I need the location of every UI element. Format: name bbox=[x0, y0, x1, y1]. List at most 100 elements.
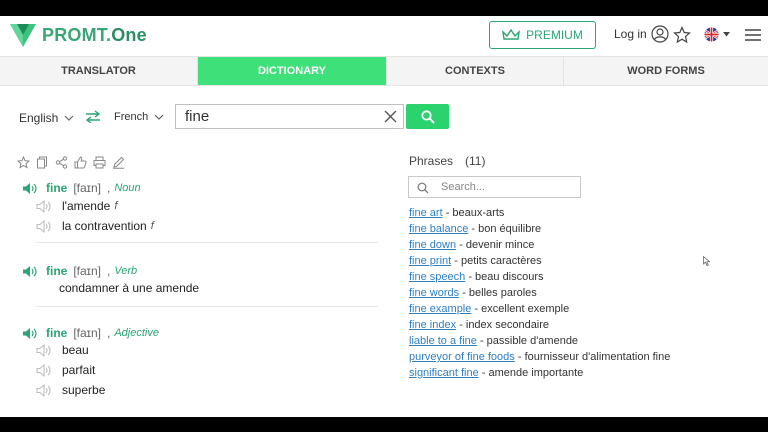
entry-header-adjective: fine [faɪn] , Adjective bbox=[22, 326, 159, 340]
entry-word[interactable]: fine bbox=[46, 326, 67, 340]
clear-icon[interactable] bbox=[384, 110, 397, 123]
speaker-icon[interactable] bbox=[36, 343, 52, 357]
speaker-icon[interactable] bbox=[22, 182, 38, 195]
phrase-link[interactable]: fine print bbox=[409, 255, 451, 267]
translation-text[interactable]: parfait bbox=[62, 363, 95, 377]
phrase-link[interactable]: fine example bbox=[409, 303, 471, 315]
login-link[interactable]: Log in bbox=[614, 25, 669, 43]
entry-transcription: [faɪn] bbox=[73, 264, 101, 278]
phrase-item: fine balance - bon équilibre bbox=[409, 223, 541, 235]
translation-text[interactable]: condamner à une amende bbox=[59, 281, 199, 295]
crown-icon bbox=[502, 29, 521, 40]
phrases-search-input[interactable] bbox=[441, 179, 577, 195]
favorites-star-icon[interactable] bbox=[673, 26, 691, 44]
search-input[interactable] bbox=[176, 105, 366, 128]
share-icon[interactable] bbox=[55, 156, 68, 169]
logo[interactable]: PROMT.One bbox=[8, 20, 147, 50]
translation-text[interactable]: la contravention bbox=[62, 219, 147, 233]
source-language-select[interactable]: English bbox=[19, 111, 74, 125]
phrase-item: significant fine - amende importante bbox=[409, 367, 583, 379]
phrases-title: Phrases bbox=[409, 154, 454, 168]
entry-part-of-speech: Adjective bbox=[114, 327, 159, 339]
phrase-translation: - excellent exemple bbox=[471, 303, 570, 315]
favorite-star-icon[interactable] bbox=[16, 155, 31, 169]
speaker-icon[interactable] bbox=[22, 327, 38, 340]
entry-transcription: [faɪn] bbox=[73, 181, 101, 195]
entry-transcription: [faɪn] bbox=[73, 326, 101, 340]
entry-header-noun: fine [faɪn] , Noun bbox=[22, 181, 141, 195]
search-button[interactable] bbox=[406, 104, 449, 129]
tab-word-forms[interactable]: WORD FORMS bbox=[564, 57, 768, 85]
edit-icon[interactable] bbox=[112, 156, 125, 169]
speaker-icon[interactable] bbox=[36, 363, 52, 377]
copy-icon[interactable] bbox=[36, 156, 49, 169]
target-language-label: French bbox=[114, 111, 149, 123]
translation-text[interactable]: superbe bbox=[62, 383, 105, 397]
translation-item: superbe bbox=[36, 383, 105, 397]
premium-button[interactable]: PREMIUM bbox=[489, 21, 596, 49]
chevron-down-icon bbox=[154, 114, 164, 120]
dictionary-search bbox=[175, 104, 404, 129]
header: PROMT.One PREMIUM Log in bbox=[0, 16, 768, 56]
swap-languages-icon[interactable] bbox=[85, 110, 101, 123]
target-language-select[interactable]: French bbox=[114, 111, 164, 123]
speaker-icon[interactable] bbox=[36, 383, 52, 397]
phrase-link[interactable]: fine speech bbox=[409, 271, 465, 283]
premium-label: PREMIUM bbox=[526, 28, 583, 42]
speaker-icon[interactable] bbox=[22, 265, 38, 278]
phrase-item: fine art - beaux-arts bbox=[409, 207, 504, 219]
translation-text[interactable]: l'amende bbox=[62, 199, 110, 213]
tab-contexts[interactable]: CONTEXTS bbox=[387, 57, 564, 85]
translation-item: l'amende f bbox=[36, 199, 117, 213]
phrase-translation: - beau discours bbox=[465, 271, 544, 283]
entry-word[interactable]: fine bbox=[46, 264, 67, 278]
language-selector[interactable] bbox=[704, 27, 730, 42]
entry-toolbar bbox=[16, 155, 125, 169]
phrase-translation: - passible d'amende bbox=[476, 335, 579, 347]
speaker-icon[interactable] bbox=[36, 219, 52, 233]
divider bbox=[36, 242, 378, 243]
phrase-link[interactable]: fine balance bbox=[409, 223, 468, 235]
tab-dictionary[interactable]: DICTIONARY bbox=[198, 57, 387, 85]
entry-header-verb: fine [faɪn] , Verb bbox=[22, 264, 137, 278]
phrase-translation: - devenir mince bbox=[456, 239, 535, 251]
logo-text: PROMT.One bbox=[42, 24, 147, 45]
phrase-link[interactable]: fine down bbox=[409, 239, 456, 251]
tab-translator[interactable]: TRANSLATOR bbox=[0, 57, 198, 85]
phrase-translation: - amende importante bbox=[478, 367, 584, 379]
phrases-heading: Phrases (11) bbox=[409, 154, 485, 168]
user-icon bbox=[651, 25, 669, 43]
phrase-link[interactable]: liable to a fine bbox=[409, 335, 477, 347]
phrases-count: (11) bbox=[465, 154, 486, 168]
translation-gender: f bbox=[114, 200, 118, 212]
phrase-translation: - bon équilibre bbox=[468, 223, 542, 235]
promt-logo-icon bbox=[10, 24, 36, 47]
mouse-cursor-icon bbox=[703, 256, 710, 266]
phrase-link[interactable]: fine index bbox=[409, 319, 456, 331]
phrase-item: fine down - devenir mince bbox=[409, 239, 534, 251]
search-icon bbox=[417, 182, 429, 194]
phrase-item: fine index - index secondaire bbox=[409, 319, 549, 331]
phrase-translation: - beaux-arts bbox=[442, 207, 505, 219]
search-icon bbox=[420, 109, 435, 124]
phrase-link[interactable]: significant fine bbox=[409, 367, 479, 379]
phrase-item: liable to a fine - passible d'amende bbox=[409, 335, 578, 347]
translation-text[interactable]: beau bbox=[62, 343, 89, 357]
phrase-link[interactable]: fine words bbox=[409, 287, 459, 299]
entry-part-of-speech: Verb bbox=[114, 265, 138, 277]
thumbs-up-icon[interactable] bbox=[74, 156, 87, 169]
translation-gender: f bbox=[150, 220, 154, 232]
phrase-link[interactable]: fine art bbox=[409, 207, 443, 219]
phrase-translation: - index secondaire bbox=[456, 319, 550, 331]
phrase-link[interactable]: purveyor of fine foods bbox=[409, 351, 515, 363]
source-language-label: English bbox=[19, 111, 59, 125]
speaker-icon[interactable] bbox=[36, 199, 52, 213]
menu-icon[interactable] bbox=[745, 29, 761, 41]
chevron-down-icon bbox=[723, 32, 730, 37]
chevron-down-icon bbox=[64, 115, 74, 121]
translation-item: condamner à une amende bbox=[59, 281, 199, 295]
translation-item: la contravention f bbox=[36, 219, 154, 233]
entry-word[interactable]: fine bbox=[46, 181, 67, 195]
print-icon[interactable] bbox=[93, 156, 106, 169]
phrase-translation: - fournisseur d'alimentation fine bbox=[514, 351, 671, 363]
